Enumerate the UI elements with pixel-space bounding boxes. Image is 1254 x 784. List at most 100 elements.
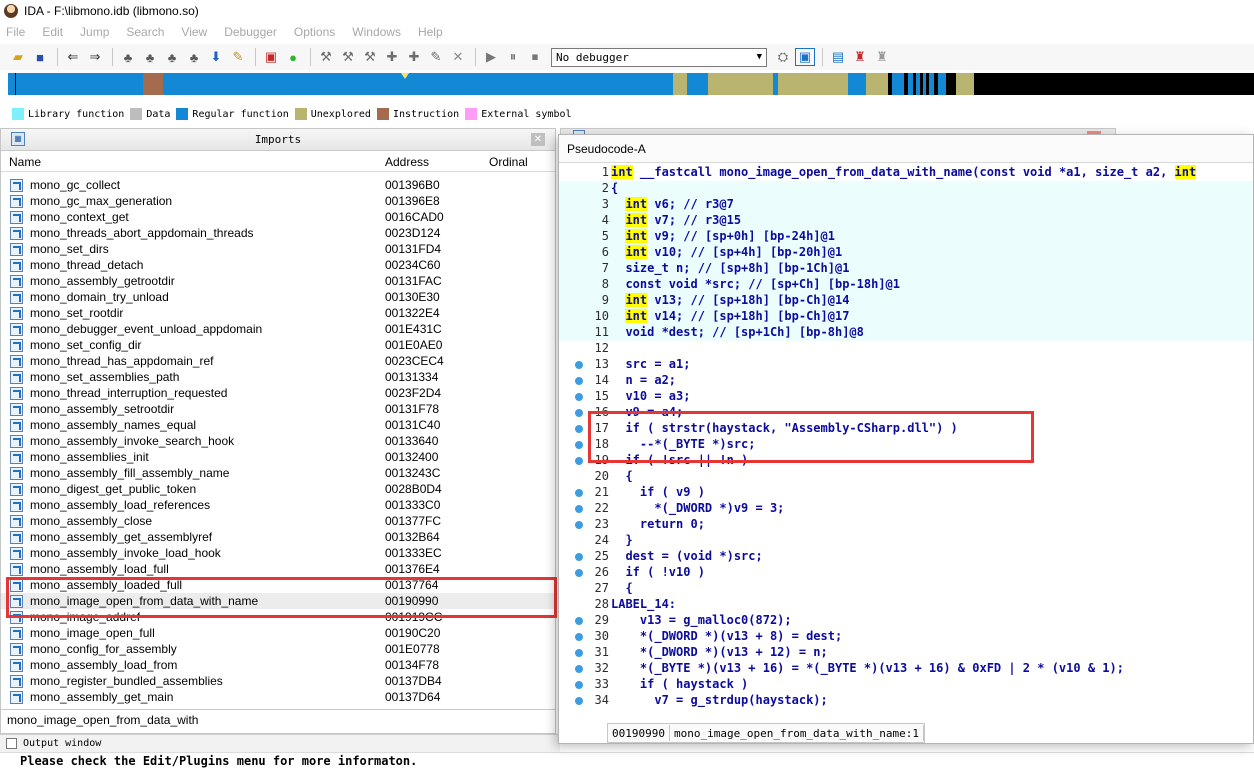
import-row[interactable]: mono_assembly_names_equal 00131C40 bbox=[1, 417, 555, 433]
code-line[interactable]: 30 *(_DWORD *)(v13 + 8) = dest; bbox=[559, 629, 1253, 645]
import-row[interactable]: mono_context_get 0016CAD0 bbox=[1, 209, 555, 225]
import-row[interactable]: mono_config_for_assembly 001E0778 bbox=[1, 641, 555, 657]
close-icon[interactable]: ✕ bbox=[531, 133, 545, 146]
code-line[interactable]: 23 return 0; bbox=[559, 517, 1253, 533]
import-row[interactable]: mono_thread_has_appdomain_ref 0023CEC4 bbox=[1, 353, 555, 369]
add-struct-icon[interactable]: ✚ bbox=[404, 48, 424, 66]
code-line[interactable]: 26 if ( !v10 ) bbox=[559, 565, 1253, 581]
save-icon[interactable]: ■ bbox=[30, 48, 50, 66]
code-line[interactable]: 27 { bbox=[559, 581, 1253, 597]
code-line[interactable]: 12 bbox=[559, 341, 1253, 357]
code-line[interactable]: 29 v13 = g_malloc0(872); bbox=[559, 613, 1253, 629]
forward-arrow-icon[interactable]: ⇒ bbox=[85, 48, 105, 66]
code-line[interactable]: 15 v10 = a3; bbox=[559, 389, 1253, 405]
import-row[interactable]: mono_thread_interruption_requested 0023F2… bbox=[1, 385, 555, 401]
code-line[interactable]: 22 *(_DWORD *)v9 = 3; bbox=[559, 501, 1253, 517]
menu-windows[interactable]: Windows bbox=[352, 25, 401, 39]
import-row[interactable]: mono_assembly_get_assemblyref 00132B64 bbox=[1, 529, 555, 545]
code-line[interactable]: 28 LABEL_14: bbox=[559, 597, 1253, 613]
play-icon[interactable]: ▶ bbox=[481, 48, 501, 66]
code-line[interactable]: 31 *(_DWORD *)(v13 + 12) = n; bbox=[559, 645, 1253, 661]
down-arrow-icon[interactable]: ⬇ bbox=[206, 48, 226, 66]
convert-icon[interactable]: ⚒ bbox=[316, 48, 336, 66]
back-arrow-icon[interactable]: ⇐ bbox=[63, 48, 83, 66]
graph-view-icon[interactable]: ▣ bbox=[261, 48, 281, 66]
code-line[interactable]: 21 if ( v9 ) bbox=[559, 485, 1253, 501]
breakpoint-icon[interactable]: ⛭ bbox=[773, 48, 793, 66]
import-row[interactable]: mono_set_rootdir 001322E4 bbox=[1, 305, 555, 321]
step-into-icon[interactable]: ▣ bbox=[795, 48, 815, 66]
add-xref-icon[interactable]: ✚ bbox=[382, 48, 402, 66]
import-row[interactable]: mono_assembly_invoke_search_hook 00133640 bbox=[1, 433, 555, 449]
import-row[interactable]: mono_assembly_load_references 001333C0 bbox=[1, 497, 555, 513]
binoculars-icon[interactable]: ♣ bbox=[118, 48, 138, 66]
code-line[interactable]: 4 int v7; // r3@15 bbox=[559, 213, 1253, 229]
menu-file[interactable]: File bbox=[6, 25, 25, 39]
detach-icon[interactable]: ♜ bbox=[872, 48, 892, 66]
menu-help[interactable]: Help bbox=[418, 25, 443, 39]
code-line[interactable]: 14 n = a2; bbox=[559, 373, 1253, 389]
code-line[interactable]: 20 { bbox=[559, 469, 1253, 485]
import-row[interactable]: mono_assembly_setrootdir 00131F78 bbox=[1, 401, 555, 417]
pause-icon[interactable]: ⏸ bbox=[503, 48, 523, 66]
import-row[interactable]: mono_domain_try_unload 00130E30 bbox=[1, 289, 555, 305]
code-line[interactable]: 25 dest = (void *)src; bbox=[559, 549, 1253, 565]
import-row[interactable]: mono_set_dirs 00131FD4 bbox=[1, 241, 555, 257]
import-row[interactable]: mono_gc_collect 001396B0 bbox=[1, 177, 555, 193]
debugger-select[interactable]: No debugger ▼ bbox=[551, 47, 767, 67]
import-row[interactable]: mono_set_assemblies_path 00131334 bbox=[1, 369, 555, 385]
code-line[interactable]: 5 int v9; // [sp+0h] [bp-24h]@1 bbox=[559, 229, 1253, 245]
import-row[interactable]: mono_assembly_load_from 00134F78 bbox=[1, 657, 555, 673]
delete-icon[interactable]: ✕ bbox=[448, 48, 468, 66]
open-folder-icon[interactable]: ▰ bbox=[8, 48, 28, 66]
menu-view[interactable]: View bbox=[181, 25, 207, 39]
menu-options[interactable]: Options bbox=[294, 25, 335, 39]
search-next-icon[interactable]: ♣ bbox=[184, 48, 204, 66]
import-row[interactable]: mono_assemblies_init 00132400 bbox=[1, 449, 555, 465]
import-row[interactable]: mono_assembly_invoke_load_hook 001333EC bbox=[1, 545, 555, 561]
code-line[interactable]: 33 if ( haystack ) bbox=[559, 677, 1253, 693]
search-binary-icon[interactable]: ♣ bbox=[162, 48, 182, 66]
import-row[interactable]: mono_threads_abort_appdomain_threads 0023… bbox=[1, 225, 555, 241]
convert-string-icon[interactable]: ⚒ bbox=[360, 48, 380, 66]
code-line[interactable]: 2{ bbox=[559, 181, 1253, 197]
code-line[interactable]: 13 src = a1; bbox=[559, 357, 1253, 373]
code-line[interactable]: 34 v7 = g_strdup(haystack); bbox=[559, 693, 1253, 709]
processes-icon[interactable]: ▤ bbox=[828, 48, 848, 66]
menu-search[interactable]: Search bbox=[126, 25, 164, 39]
import-row[interactable]: mono_register_bundled_assemblies 00137DB4 bbox=[1, 673, 555, 689]
menu-edit[interactable]: Edit bbox=[42, 25, 63, 39]
column-header-ordinal[interactable]: Ordinal bbox=[489, 155, 528, 169]
attach-icon[interactable]: ♜ bbox=[850, 48, 870, 66]
code-line[interactable]: 8 const void *src; // [sp+Ch] [bp-18h]@1 bbox=[559, 277, 1253, 293]
code-line[interactable]: 24 } bbox=[559, 533, 1253, 549]
code-line[interactable]: 6 int v10; // [sp+4h] [bp-20h]@1 bbox=[559, 245, 1253, 261]
convert-data-icon[interactable]: ⚒ bbox=[338, 48, 358, 66]
search-text-icon[interactable]: ♣ bbox=[140, 48, 160, 66]
code-line[interactable]: 10 int v14; // [sp+18h] [bp-Ch]@17 bbox=[559, 309, 1253, 325]
navigation-band[interactable] bbox=[8, 73, 1254, 95]
code-line[interactable]: 32 *(_BYTE *)(v13 + 16) = *(_BYTE *)(v13… bbox=[559, 661, 1253, 677]
import-row[interactable]: mono_thread_detach 00234C60 bbox=[1, 257, 555, 273]
import-row[interactable]: mono_assembly_get_main 00137D64 bbox=[1, 689, 555, 705]
stop-icon[interactable]: ⏹ bbox=[525, 48, 545, 66]
import-row[interactable]: mono_assembly_getrootdir 00131FAC bbox=[1, 273, 555, 289]
code-line[interactable]: 1 int __fastcall mono_image_open_from_dat… bbox=[559, 165, 1253, 181]
import-row[interactable]: mono_digest_get_public_token 0028B0D4 bbox=[1, 481, 555, 497]
edit-struct-icon[interactable]: ✎ bbox=[426, 48, 446, 66]
green-circle-icon[interactable]: ● bbox=[283, 48, 303, 66]
menu-debugger[interactable]: Debugger bbox=[224, 25, 277, 39]
import-row[interactable]: mono_debugger_event_unload_appdomain 001E… bbox=[1, 321, 555, 337]
code-line[interactable]: 11 void *dest; // [sp+1Ch] [bp-8h]@8 bbox=[559, 325, 1253, 341]
import-row[interactable]: mono_assembly_fill_assembly_name 0013243C bbox=[1, 465, 555, 481]
column-header-address[interactable]: Address bbox=[385, 155, 429, 169]
menu-jump[interactable]: Jump bbox=[80, 25, 109, 39]
code-line[interactable]: 3 int v6; // r3@7 bbox=[559, 197, 1253, 213]
import-row[interactable]: mono_gc_max_generation 001396E8 bbox=[1, 193, 555, 209]
import-row[interactable]: mono_image_open_full 00190C20 bbox=[1, 625, 555, 641]
import-row[interactable]: mono_assembly_load_full 001376E4 bbox=[1, 561, 555, 577]
column-header-name[interactable]: Name bbox=[9, 155, 41, 169]
code-line[interactable]: 9 int v13; // [sp+18h] [bp-Ch]@14 bbox=[559, 293, 1253, 309]
import-row[interactable]: mono_set_config_dir 001E0AE0 bbox=[1, 337, 555, 353]
edit-function-icon[interactable]: ✎ bbox=[228, 48, 248, 66]
